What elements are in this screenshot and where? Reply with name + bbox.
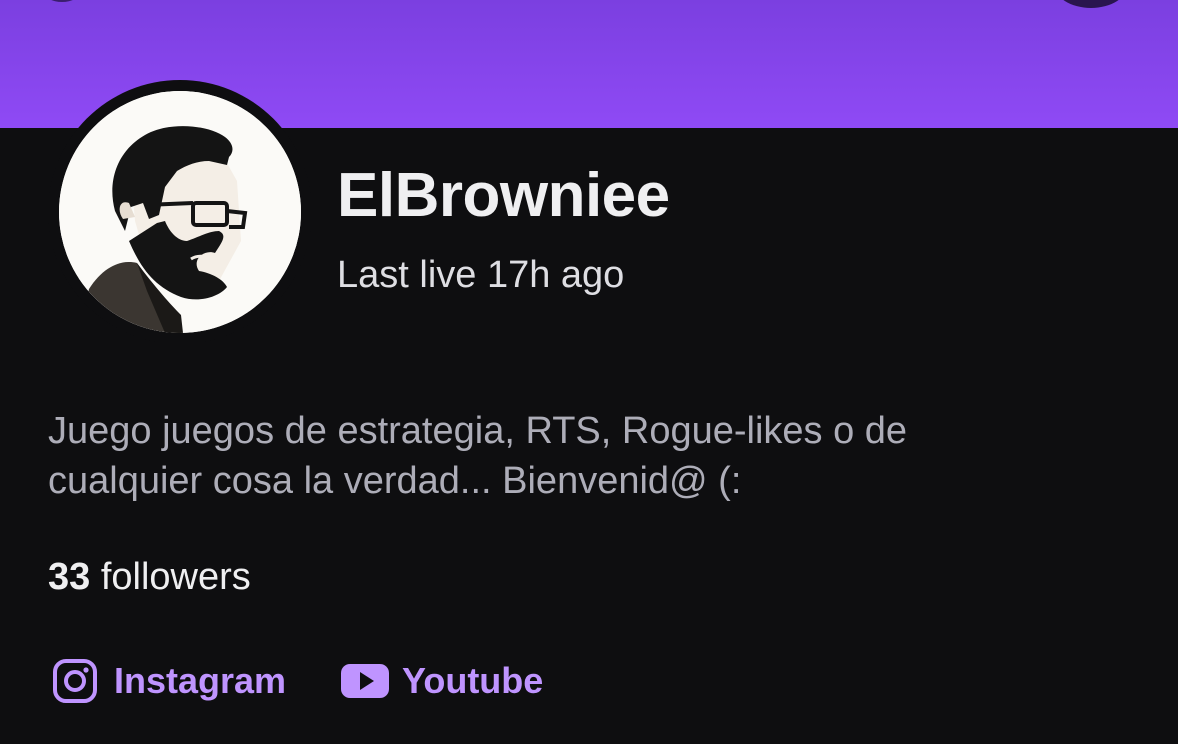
channel-bio: Juego juegos de estrategia, RTS, Rogue-l… [48, 406, 1138, 506]
youtube-link-label: Youtube [402, 660, 544, 701]
channel-profile-page: ElBrowniee Last live 17h ago Juego juego… [0, 0, 1178, 744]
followers-number: 33 [48, 556, 91, 598]
last-live-status: Last live 17h ago [337, 254, 625, 296]
youtube-link[interactable]: Youtube [340, 658, 543, 704]
avatar-image [59, 91, 301, 333]
youtube-icon [340, 658, 390, 704]
back-button-edge[interactable] [44, 0, 80, 2]
followers-label: followers [100, 556, 251, 598]
menu-button-edge[interactable] [1054, 0, 1128, 8]
instagram-icon [52, 658, 102, 704]
instagram-link-label: Instagram [114, 660, 287, 701]
instagram-link[interactable]: Instagram [52, 658, 286, 704]
channel-name: ElBrowniee [337, 161, 670, 230]
bio-line: Juego juegos de estrategia, RTS, Rogue-l… [48, 410, 908, 452]
bio-line: cualquier cosa la verdad... Bienvenid@ (… [48, 460, 742, 502]
channel-avatar[interactable] [48, 80, 312, 344]
followers-count: 33 followers [48, 556, 251, 599]
